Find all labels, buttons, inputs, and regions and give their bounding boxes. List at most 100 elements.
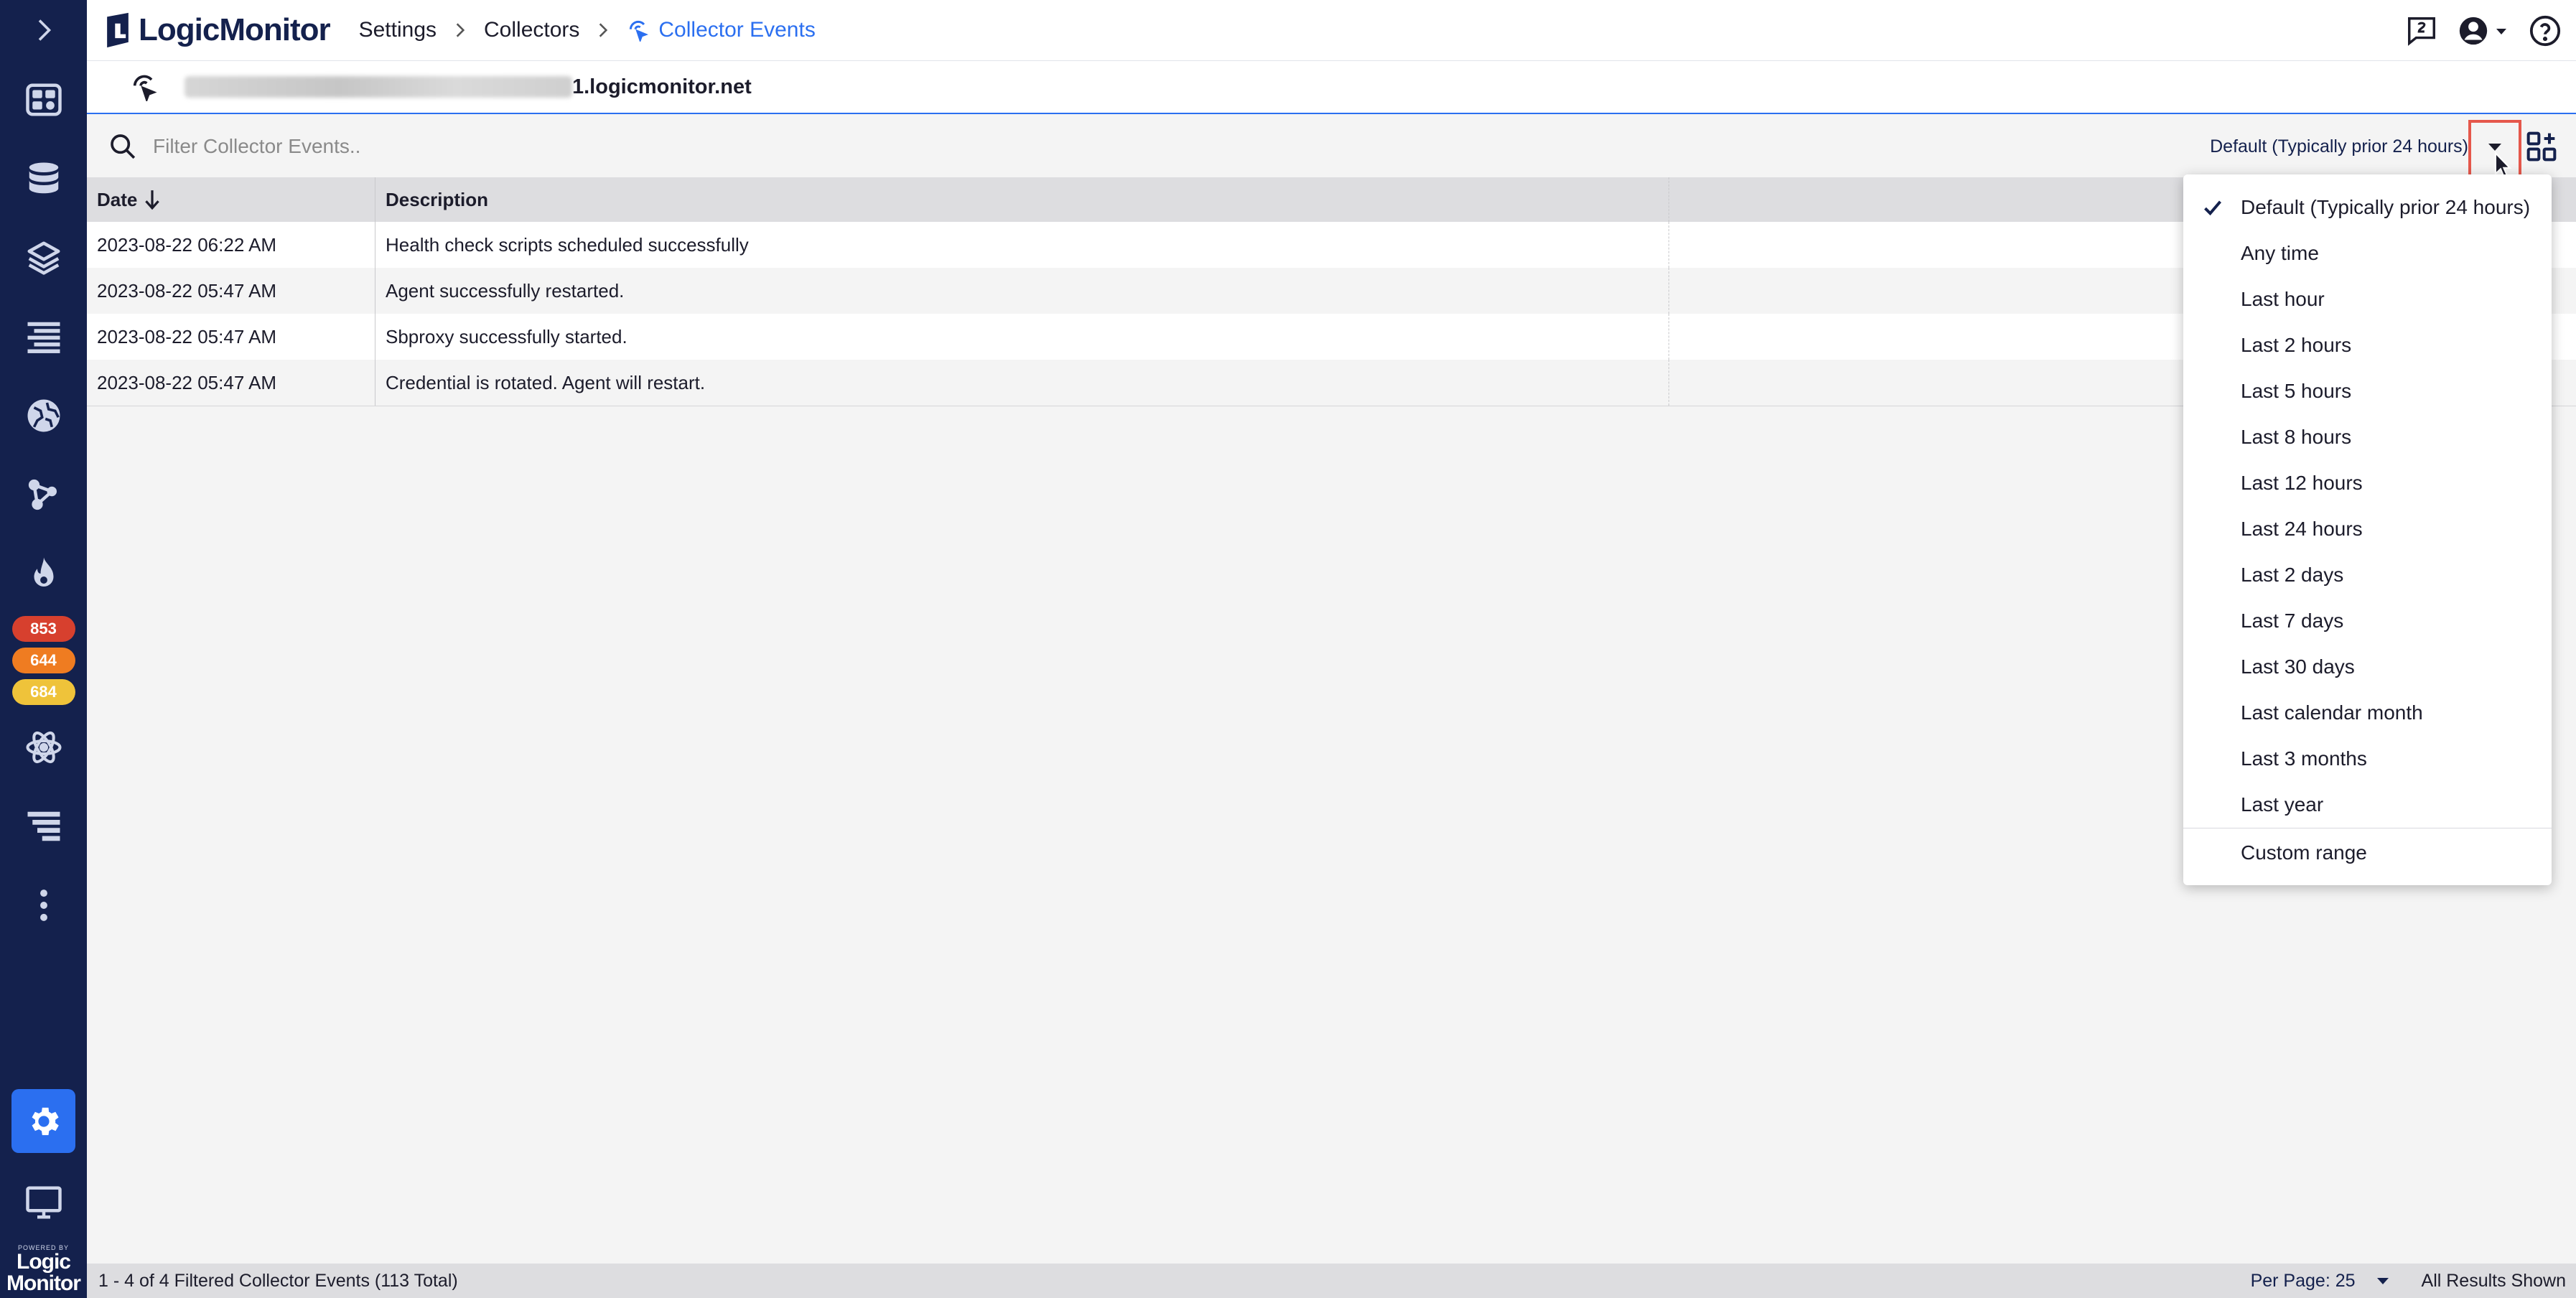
- filter-collector-events-input[interactable]: [153, 129, 1014, 164]
- breadcrumb-collectors[interactable]: Collectors: [484, 18, 579, 42]
- breadcrumb-settings[interactable]: Settings: [359, 18, 437, 42]
- reports-icon: [27, 811, 60, 841]
- menu-item-label: Custom range: [2241, 841, 2367, 864]
- menu-item-label: Last 2 days: [2241, 564, 2344, 586]
- search-icon: [111, 134, 136, 159]
- nav-maps[interactable]: [0, 376, 87, 455]
- collector-icon: [630, 20, 649, 42]
- nav-resources[interactable]: [0, 139, 87, 218]
- column-header-date-label: Date: [97, 188, 138, 210]
- menu-item-custom-range[interactable]: Custom range: [2183, 830, 2552, 876]
- nav-alerts[interactable]: [0, 534, 87, 613]
- nav-display[interactable]: [0, 1163, 87, 1242]
- breadcrumb-collector-events: Collector Events: [627, 18, 816, 42]
- menu-item-time-range[interactable]: Last 12 hours: [2183, 460, 2552, 506]
- help-icon: [2529, 15, 2561, 46]
- nav-settings[interactable]: [11, 1089, 75, 1153]
- menu-item-time-range[interactable]: Last year: [2183, 782, 2552, 828]
- time-range-menu: Default (Typically prior 24 hours) Any ti…: [2183, 174, 2552, 885]
- collector-host-bar: 1.logicmonitor.net: [87, 61, 2576, 114]
- menu-item-label: Last year: [2241, 793, 2324, 816]
- checkmark-icon: [2204, 200, 2222, 216]
- caret-down-icon: [2488, 144, 2501, 151]
- menu-item-label: Default (Typically prior 24 hours): [2241, 196, 2531, 218]
- header-actions: [2386, 0, 2562, 61]
- cell-description: Health check scripts scheduled successfu…: [375, 222, 1669, 268]
- cell-description: Credential is rotated. Agent will restar…: [375, 360, 1669, 406]
- chevron-right-icon: [599, 23, 608, 37]
- menu-item-label: Last 5 hours: [2241, 380, 2352, 402]
- message-count-icon: [2408, 17, 2435, 46]
- powered-by-name-1: Logic: [17, 1250, 71, 1274]
- menu-item-time-range[interactable]: Last 2 hours: [2183, 322, 2552, 368]
- dashboard-icon: [25, 83, 62, 116]
- nav-exchange[interactable]: [0, 708, 87, 787]
- alert-badge-error[interactable]: 644: [11, 648, 75, 673]
- menu-item-time-range[interactable]: Last 7 days: [2183, 598, 2552, 644]
- menu-item-time-range[interactable]: Last 24 hours: [2183, 506, 2552, 552]
- menu-item-label: Last 7 days: [2241, 610, 2344, 632]
- all-results-shown: All Results Shown: [2421, 1270, 2566, 1291]
- per-page-select[interactable]: Per Page: 25: [2251, 1271, 2389, 1292]
- left-nav-rail: 853 644 684 POWERED BY Logic Monitor: [0, 0, 87, 1298]
- time-range-dropdown-button[interactable]: [2468, 120, 2521, 182]
- alert-badge-critical[interactable]: 853: [11, 616, 75, 642]
- menu-item-time-range[interactable]: Last 3 months: [2183, 736, 2552, 782]
- sort-arrow-down-icon: [145, 190, 160, 210]
- time-range-options: Default (Typically prior 24 hours) Any ti…: [2183, 185, 2552, 828]
- per-page-label: Per Page: 25: [2250, 1270, 2356, 1291]
- nav-dashboards[interactable]: [0, 60, 87, 139]
- filter-bar: Default (Typically prior 24 hours): [87, 116, 2576, 182]
- menu-item-label: Last 2 hours: [2241, 334, 2352, 356]
- cell-date: 2023-08-22 05:47 AM: [87, 360, 375, 406]
- atom-icon: [25, 731, 62, 764]
- nav-reports[interactable]: [0, 787, 87, 866]
- menu-item-time-range[interactable]: Last 30 days: [2183, 644, 2552, 690]
- collector-icon: [133, 75, 157, 101]
- menu-item-time-range[interactable]: Any time: [2183, 230, 2552, 276]
- nav-logs[interactable]: [0, 297, 87, 376]
- user-account-icon: [2459, 17, 2488, 45]
- logo-mark-icon: [107, 12, 129, 48]
- menu-item-label: Any time: [2241, 242, 2319, 264]
- menu-item-time-range[interactable]: Last calendar month: [2183, 690, 2552, 736]
- column-header-description[interactable]: Description: [375, 177, 1669, 222]
- menu-item-time-range[interactable]: Last hour: [2183, 276, 2552, 322]
- caret-down-icon: [2496, 28, 2506, 34]
- menu-item-time-range[interactable]: Default (Typically prior 24 hours): [2183, 185, 2552, 230]
- expand-nav-button[interactable]: [0, 0, 87, 60]
- alert-badge-warning[interactable]: 684: [11, 679, 75, 705]
- help-button[interactable]: [2529, 14, 2562, 47]
- logo-text: LogicMonitor: [139, 12, 331, 47]
- menu-item-label: Last 8 hours: [2241, 426, 2352, 448]
- cell-description: Sbproxy successfully started.: [375, 314, 1669, 360]
- cell-description: Agent successfully restarted.: [375, 268, 1669, 314]
- menu-item-label: Last 24 hours: [2241, 518, 2363, 540]
- collector-hostname: 1.logicmonitor.net: [572, 75, 752, 98]
- column-header-date[interactable]: Date: [87, 177, 375, 222]
- column-header-description-label: Description: [386, 188, 489, 210]
- menu-item-label: Last hour: [2241, 288, 2325, 310]
- widget-settings-icon[interactable]: [2526, 131, 2557, 162]
- powered-by-name-2: Monitor: [6, 1271, 81, 1295]
- menu-item-time-range[interactable]: Last 8 hours: [2183, 414, 2552, 460]
- menu-item-time-range[interactable]: Last 2 days: [2183, 552, 2552, 598]
- app-root: 853 644 684 POWERED BY Logic Monitor Log…: [0, 0, 2576, 1298]
- menu-item-time-range[interactable]: Last 5 hours: [2183, 368, 2552, 414]
- nav-more[interactable]: [0, 866, 87, 945]
- chevron-right-icon: [456, 23, 465, 37]
- menu-item-label: Last 12 hours: [2241, 472, 2363, 494]
- menu-item-label: Last 30 days: [2241, 655, 2355, 678]
- status-bar: 1 - 4 of 4 Filtered Collector Events (11…: [87, 1264, 2576, 1298]
- nav-topology[interactable]: [0, 455, 87, 534]
- logs-icon: [27, 322, 60, 353]
- notifications-button[interactable]: [2405, 14, 2438, 47]
- logicmonitor-logo[interactable]: LogicMonitor: [101, 11, 331, 49]
- nav-websites[interactable]: [0, 218, 87, 297]
- top-header: LogicMonitor Settings Collectors Collect…: [87, 0, 2576, 61]
- user-menu-button[interactable]: [2457, 14, 2510, 47]
- chevron-right-icon: [38, 19, 51, 41]
- time-range-select[interactable]: Default (Typically prior 24 hours): [2210, 129, 2468, 164]
- gear-icon: [32, 1107, 59, 1135]
- pagination-controls: Per Page: 25 All Results Shown: [2251, 1264, 2566, 1298]
